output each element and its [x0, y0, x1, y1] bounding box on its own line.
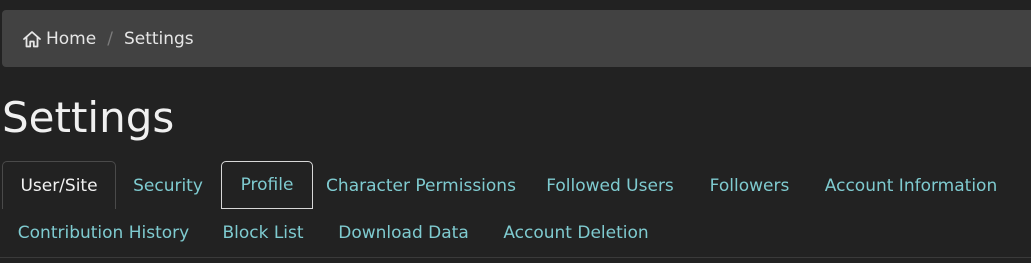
tab-contribution-history[interactable]: Contribution History	[2, 209, 205, 257]
tabs-bottom-border	[0, 257, 1031, 258]
tab-user-site[interactable]: User/Site	[2, 161, 116, 209]
home-icon	[22, 30, 42, 48]
tab-character-permissions[interactable]: Character Permissions	[313, 162, 529, 210]
breadcrumb-separator: /	[107, 28, 113, 49]
tab-account-information[interactable]: Account Information	[808, 162, 1014, 210]
tab-account-deletion[interactable]: Account Deletion	[486, 209, 666, 257]
tab-security[interactable]: Security	[116, 162, 220, 210]
page-title: Settings	[2, 93, 175, 142]
breadcrumb-home-label: Home	[46, 28, 97, 49]
tab-profile[interactable]: Profile	[221, 161, 313, 209]
tab-followed-users[interactable]: Followed Users	[529, 162, 691, 210]
tab-block-list[interactable]: Block List	[205, 209, 321, 257]
tab-followers[interactable]: Followers	[691, 162, 808, 210]
breadcrumb-home-link[interactable]: Home	[22, 29, 96, 49]
tab-download-data[interactable]: Download Data	[321, 209, 486, 257]
breadcrumb: Home / Settings	[2, 10, 1031, 67]
breadcrumb-current: Settings	[123, 28, 194, 49]
